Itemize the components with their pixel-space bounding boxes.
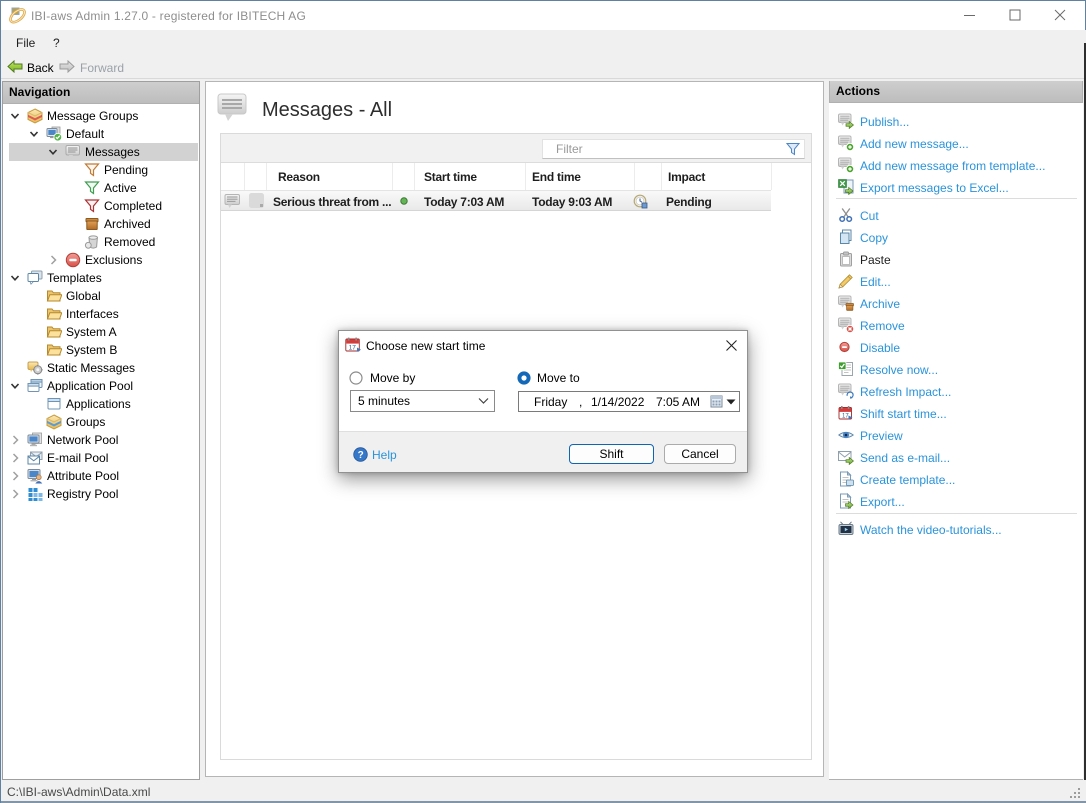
svg-text:?: ? [358,450,364,461]
svg-text:17: 17 [349,345,357,352]
svg-text:17: 17 [842,414,849,420]
